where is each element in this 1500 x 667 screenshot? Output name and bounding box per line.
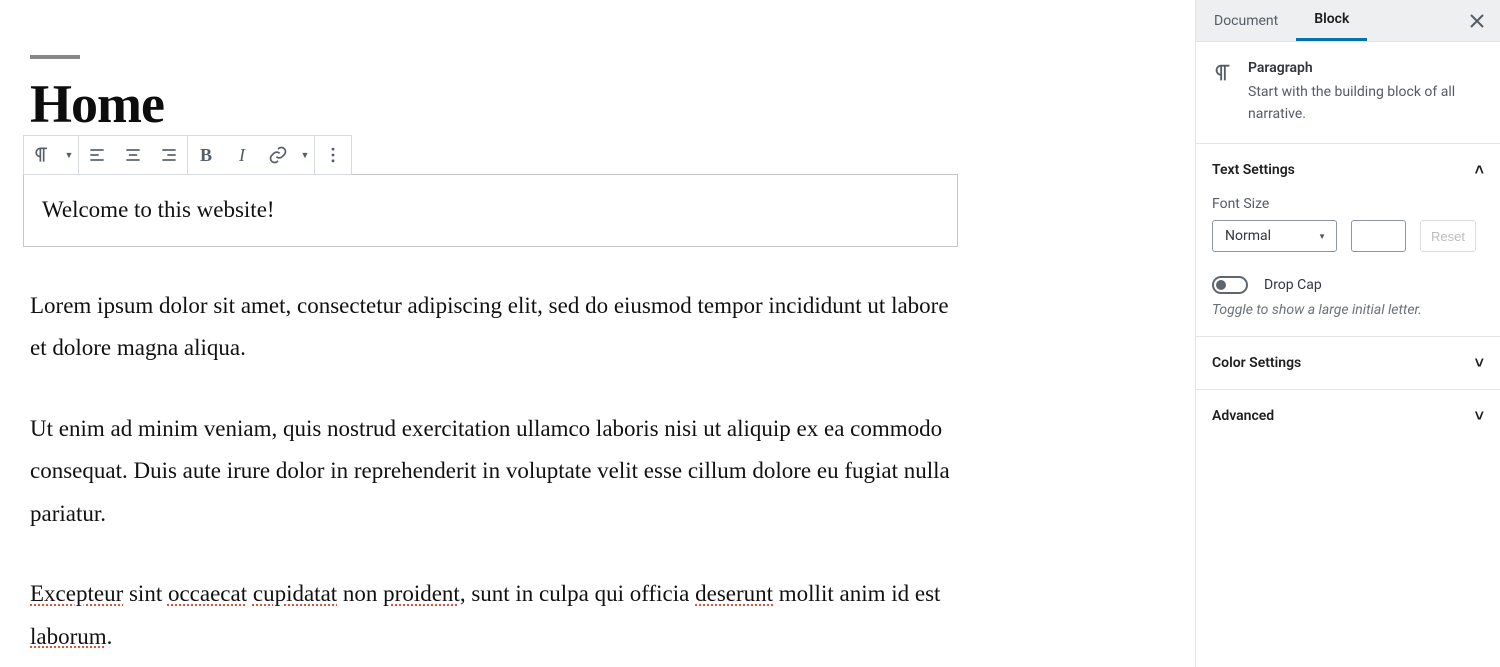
panel-head-text-settings[interactable]: Text Settings ˄ xyxy=(1196,144,1500,196)
align-left-button[interactable] xyxy=(79,136,115,174)
paragraph-block[interactable]: Lorem ipsum dolor sit amet, consectetur … xyxy=(30,285,960,370)
custom-font-size-input[interactable] xyxy=(1351,220,1406,252)
editor-canvas[interactable]: Home ▼ B I xyxy=(0,0,1195,667)
block-name: Paragraph xyxy=(1248,60,1484,76)
panel-color-settings: Color Settings ˅ xyxy=(1196,336,1500,389)
page-title[interactable]: Home xyxy=(30,73,950,135)
chevron-down-icon: ˅ xyxy=(1475,406,1484,426)
pilcrow-icon xyxy=(1212,60,1234,125)
drop-cap-label: Drop Cap xyxy=(1264,277,1322,293)
block-type-dropdown[interactable]: ▼ xyxy=(60,136,78,174)
align-right-button[interactable] xyxy=(151,136,187,174)
panel-advanced: Advanced ˅ xyxy=(1196,389,1500,442)
font-size-label: Font Size xyxy=(1212,196,1484,212)
font-size-select[interactable]: Normal xyxy=(1212,220,1337,252)
selected-paragraph-block[interactable]: Welcome to this website! xyxy=(23,174,958,247)
block-header: Paragraph Start with the building block … xyxy=(1196,42,1500,143)
italic-button[interactable]: I xyxy=(224,136,260,174)
panel-head-color-settings[interactable]: Color Settings ˅ xyxy=(1196,337,1500,389)
settings-sidebar: Document Block Paragraph Start with the … xyxy=(1195,0,1500,667)
block-toolbar: ▼ B I ▼ xyxy=(23,135,352,175)
tab-document[interactable]: Document xyxy=(1196,0,1296,41)
align-center-button[interactable] xyxy=(115,136,151,174)
panel-head-advanced[interactable]: Advanced ˅ xyxy=(1196,390,1500,442)
paragraph-block[interactable]: Ut enim ad minim veniam, quis nostrud ex… xyxy=(30,408,960,536)
panel-text-settings: Text Settings ˄ Font Size Normal Reset D… xyxy=(1196,143,1500,336)
more-options-button[interactable] xyxy=(315,136,351,174)
sidebar-tabs: Document Block xyxy=(1196,0,1500,42)
paragraph-block[interactable]: Excepteur sint occaecat cupidatat non pr… xyxy=(30,573,960,658)
reset-font-size-button[interactable]: Reset xyxy=(1420,220,1476,252)
close-sidebar-button[interactable] xyxy=(1460,0,1494,42)
title-rule xyxy=(30,55,80,59)
block-description: Start with the building block of all nar… xyxy=(1248,82,1484,125)
more-rich-text-button[interactable]: ▼ xyxy=(296,136,314,174)
drop-cap-hint: Toggle to show a large initial letter. xyxy=(1212,302,1484,318)
tab-block[interactable]: Block xyxy=(1296,0,1367,41)
chevron-up-icon: ˄ xyxy=(1475,160,1484,180)
block-type-switcher[interactable] xyxy=(24,136,60,174)
drop-cap-toggle[interactable] xyxy=(1212,276,1248,294)
bold-button[interactable]: B xyxy=(188,136,224,174)
link-button[interactable] xyxy=(260,136,296,174)
chevron-down-icon: ˅ xyxy=(1475,353,1484,373)
